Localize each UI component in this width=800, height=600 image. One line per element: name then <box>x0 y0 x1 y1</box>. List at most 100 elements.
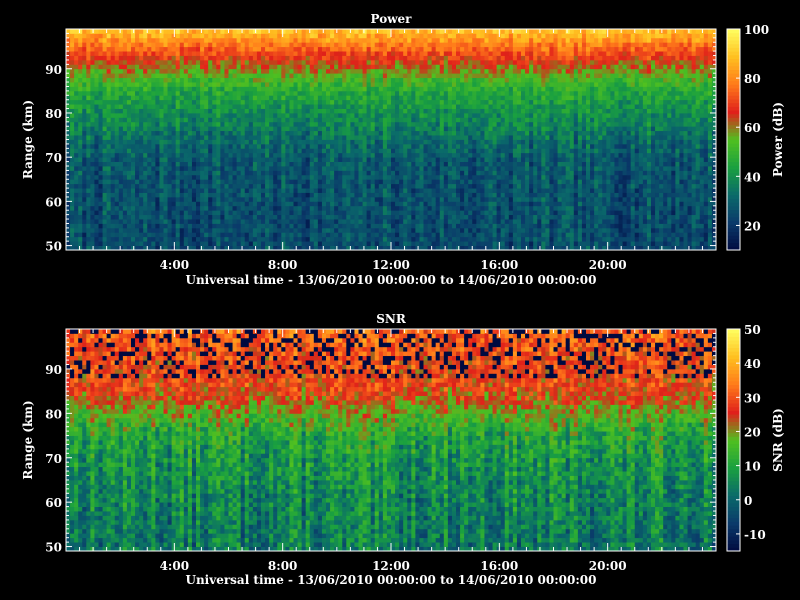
heatmap-cell <box>167 90 173 96</box>
heatmap-cell <box>460 117 465 123</box>
heatmap-cell <box>224 183 229 189</box>
heatmap-cell <box>102 214 108 220</box>
heatmap-cell <box>451 210 457 216</box>
heatmap-cell <box>252 219 258 224</box>
heatmap-cell <box>256 241 262 246</box>
heatmap-cell <box>118 77 124 83</box>
heatmap-cell <box>261 86 266 92</box>
heatmap-cell <box>143 161 148 167</box>
heatmap-cell <box>139 236 144 242</box>
heatmap-cell <box>224 99 229 105</box>
heatmap-cell <box>439 126 445 132</box>
heatmap-cell <box>334 33 339 39</box>
heatmap-cell <box>261 77 266 83</box>
heatmap-cell <box>354 223 359 229</box>
heatmap-cell <box>183 201 189 207</box>
heatmap-cell <box>102 90 108 96</box>
heatmap-cell <box>346 59 351 65</box>
heatmap-cell <box>151 166 156 171</box>
heatmap-cell <box>147 170 152 176</box>
heatmap-cell <box>386 201 392 207</box>
heatmap-cell <box>309 188 315 193</box>
heatmap-cell <box>74 201 79 207</box>
heatmap-cell <box>224 117 229 123</box>
heatmap-cell <box>334 55 339 61</box>
heatmap-cell <box>196 73 201 79</box>
heatmap-cell <box>411 210 416 216</box>
heatmap-cell <box>342 166 347 171</box>
heatmap-cell <box>147 227 152 233</box>
heatmap-cell <box>456 227 461 233</box>
heatmap-cell <box>131 183 136 189</box>
heatmap-cell <box>143 68 148 74</box>
heatmap-cell <box>187 42 193 48</box>
heatmap-cell <box>317 42 323 48</box>
heatmap-cell <box>403 104 408 109</box>
heatmap-cell <box>439 196 445 202</box>
heatmap-cell <box>338 135 343 140</box>
heatmap-cell <box>468 210 473 216</box>
heatmap-cell <box>334 112 339 118</box>
heatmap-cell <box>155 157 160 162</box>
heatmap-cell <box>423 214 428 220</box>
heatmap-cell <box>281 37 286 43</box>
heatmap-cell <box>118 219 124 224</box>
heatmap-cell <box>82 126 87 132</box>
heatmap-cell <box>403 135 408 140</box>
heatmap-cell <box>191 117 197 123</box>
heatmap-cell <box>240 64 246 70</box>
heatmap-cell <box>159 29 164 34</box>
heatmap-cell <box>135 108 140 114</box>
heatmap-cell <box>212 170 217 176</box>
heatmap-cell <box>183 205 189 211</box>
heatmap-cell <box>122 192 128 198</box>
heatmap-cell <box>106 179 112 185</box>
heatmap-cell <box>200 143 205 149</box>
heatmap-cell <box>139 170 144 176</box>
heatmap-cell <box>135 183 140 189</box>
heatmap-cell <box>155 174 160 180</box>
heatmap-cell <box>293 205 298 211</box>
heatmap-cell <box>240 232 246 238</box>
heatmap-cell <box>248 121 254 127</box>
heatmap-cell <box>74 117 79 123</box>
heatmap-cell <box>293 183 298 189</box>
heatmap-cell <box>285 59 290 65</box>
heatmap-cell <box>460 241 465 246</box>
heatmap-cell <box>403 214 408 220</box>
heatmap-cell <box>370 201 376 207</box>
heatmap-cell <box>90 241 95 246</box>
heatmap-cell <box>289 130 294 136</box>
heatmap-cell <box>265 46 270 52</box>
heatmap-cell <box>212 59 217 65</box>
heatmap-cell <box>321 166 327 171</box>
heatmap-cell <box>378 157 384 162</box>
heatmap-cell <box>244 161 250 167</box>
heatmap-cell <box>212 232 217 238</box>
heatmap-cell <box>427 183 433 189</box>
heatmap-cell <box>326 126 331 132</box>
heatmap-cell <box>321 82 327 87</box>
heatmap-cell <box>135 174 140 180</box>
heatmap-cell <box>362 117 368 123</box>
heatmap-cell <box>139 241 144 246</box>
heatmap-cell <box>252 68 258 74</box>
heatmap-cell <box>460 161 465 167</box>
heatmap-cell <box>118 143 124 149</box>
heatmap-cell <box>122 37 128 43</box>
heatmap-cell <box>224 148 229 154</box>
heatmap-cell <box>415 64 420 70</box>
heatmap-cell <box>338 117 343 123</box>
heatmap-cell <box>135 192 140 198</box>
heatmap-cell <box>122 77 128 83</box>
heatmap-cell <box>334 188 339 193</box>
heatmap-cell <box>143 121 148 127</box>
heatmap-cell <box>90 196 95 202</box>
heatmap-cell <box>191 236 197 242</box>
heatmap-cell <box>382 95 388 101</box>
heatmap-cell <box>464 227 469 233</box>
heatmap-cell <box>370 139 376 145</box>
heatmap-cell <box>74 59 79 65</box>
heatmap-cell <box>321 183 327 189</box>
heatmap-cell <box>277 135 282 140</box>
